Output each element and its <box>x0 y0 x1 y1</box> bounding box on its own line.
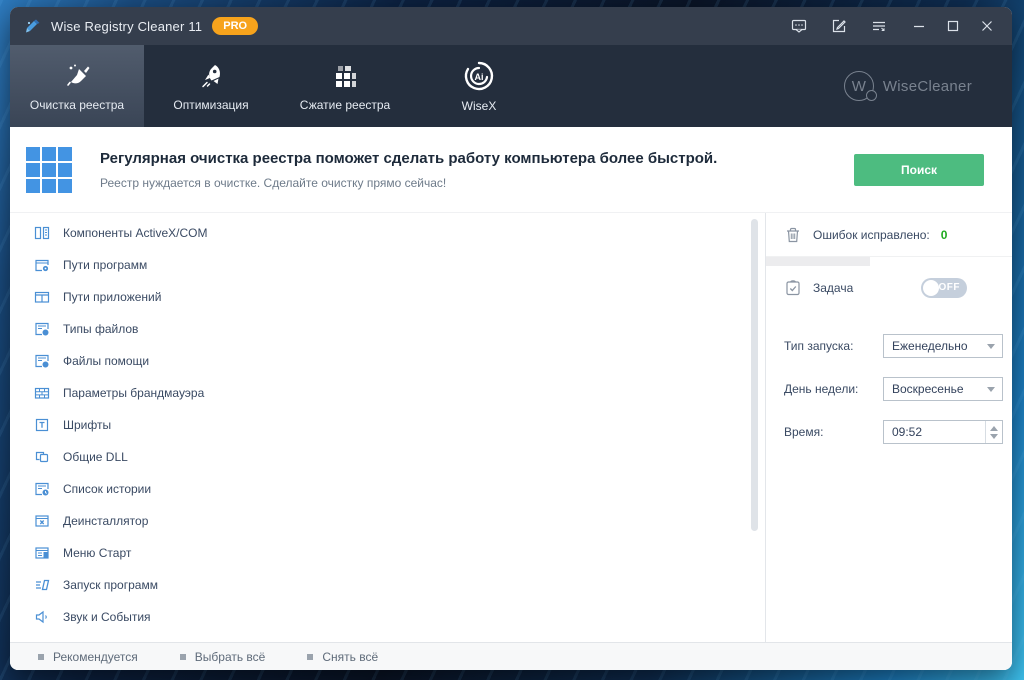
window-title: Wise Registry Cleaner 11 <box>51 18 203 34</box>
spin-down-icon[interactable] <box>990 433 998 439</box>
category-list: Компоненты ActiveX/COM Пути программ Пут… <box>10 213 765 642</box>
run-type-select[interactable]: Еженедельно <box>883 334 1003 358</box>
app-window: Wise Registry Cleaner 11 PRO Очистка рее… <box>10 7 1012 670</box>
file-types-icon: ! <box>35 322 49 337</box>
panel-divider-strip <box>766 257 870 266</box>
app-logo-icon <box>26 19 40 33</box>
rocket-icon <box>202 64 220 87</box>
task-toggle[interactable]: OFF <box>921 278 967 298</box>
errors-fixed-label: Ошибок исправлено: <box>813 227 930 242</box>
weekday-select[interactable]: Воскресенье <box>883 377 1003 401</box>
status-banner: Регулярная очистка реестра поможет сдела… <box>10 127 1012 213</box>
toggle-state-label: OFF <box>938 282 960 293</box>
time-label: Время: <box>784 425 824 439</box>
square-bullet-icon <box>307 653 314 660</box>
compress-grid-icon <box>336 65 356 87</box>
wisecleaner-logo-icon: W <box>843 71 877 101</box>
search-button[interactable]: Поиск <box>854 153 984 186</box>
svg-text:!: ! <box>45 331 47 337</box>
category-sound-events[interactable]: Звук и События <box>10 601 765 633</box>
close-button[interactable] <box>970 11 1004 41</box>
history-list-icon <box>35 482 49 496</box>
menu-icon[interactable] <box>862 11 896 41</box>
app-paths-icon <box>34 291 50 303</box>
tab-registry-compress[interactable]: Сжатие реестра <box>278 45 412 127</box>
time-spinner[interactable]: 09:52 <box>883 420 1003 444</box>
fonts-icon <box>35 418 49 432</box>
square-bullet-icon <box>179 653 186 660</box>
category-startup-programs[interactable]: Запуск программ <box>10 569 765 601</box>
chevron-down-icon <box>987 387 995 392</box>
broom-icon <box>67 64 90 86</box>
select-recommended-button[interactable]: Рекомендуется <box>38 650 138 664</box>
deselect-all-button[interactable]: Снять всё <box>307 650 378 664</box>
pro-badge: PRO <box>212 17 259 35</box>
square-bullet-icon <box>38 653 44 660</box>
category-help-files[interactable]: ? Файлы помощи <box>10 345 765 377</box>
tab-label: Оптимизация <box>173 97 249 112</box>
tab-label: WiseX <box>461 98 497 113</box>
program-paths-icon <box>35 259 49 272</box>
weekday-label: День недели: <box>784 382 859 396</box>
firewall-icon <box>34 387 50 399</box>
activex-components-icon <box>34 226 50 240</box>
tab-optimization[interactable]: Оптимизация <box>144 45 278 127</box>
category-program-paths[interactable]: Пути программ <box>10 249 765 281</box>
selection-footer: Рекомендуется Выбрать всё Снять всё <box>10 642 1012 670</box>
run-type-label: Тип запуска: <box>784 339 854 353</box>
category-file-types[interactable]: ! Типы файлов <box>10 313 765 345</box>
tab-registry-cleaner[interactable]: Очистка реестра <box>10 45 144 127</box>
spin-up-icon[interactable] <box>990 425 998 431</box>
banner-title: Регулярная очистка реестра поможет сдела… <box>100 149 718 167</box>
trash-icon <box>787 227 799 242</box>
tab-wisex[interactable]: Ai WiseX <box>412 45 546 127</box>
select-all-button[interactable]: Выбрать всё <box>179 650 265 664</box>
maximize-button[interactable] <box>936 11 970 41</box>
sound-events-icon <box>35 610 47 624</box>
task-clipboard-icon <box>786 280 800 296</box>
svg-text:Ai: Ai <box>475 72 484 82</box>
main-nav: Очистка реестра Оптимизация Сжатие реест… <box>10 45 1012 127</box>
wisecleaner-brand: W WiseCleaner <box>843 45 972 127</box>
category-uninstaller[interactable]: Деинсталлятор <box>10 505 765 537</box>
minimize-button[interactable] <box>902 11 936 41</box>
chevron-down-icon <box>987 344 995 349</box>
category-activex-com[interactable]: Компоненты ActiveX/COM <box>10 217 765 249</box>
blue-grid-icon <box>26 146 72 193</box>
banner-subtitle: Реестр нуждается в очистке. Сделайте очи… <box>100 175 447 190</box>
task-row: Задача OFF <box>766 266 1012 298</box>
help-files-icon: ? <box>35 354 49 369</box>
category-app-paths[interactable]: Пути приложений <box>10 281 765 313</box>
startup-programs-icon <box>36 579 50 591</box>
task-label: Задача <box>813 281 854 295</box>
errors-fixed-count: 0 <box>940 227 948 242</box>
toggle-knob <box>923 280 939 296</box>
category-firewall-settings[interactable]: Параметры брандмауэра <box>10 377 765 409</box>
errors-fixed-row: Ошибок исправлено: 0 <box>766 213 1012 257</box>
list-scrollbar[interactable] <box>751 219 758 531</box>
register-edit-icon[interactable] <box>822 11 856 41</box>
shared-dll-icon <box>35 451 49 463</box>
category-shared-dll[interactable]: Общие DLL <box>10 441 765 473</box>
tab-label: Сжатие реестра <box>299 97 391 112</box>
uninstaller-icon <box>35 515 49 527</box>
tab-label: Очистка реестра <box>29 97 125 112</box>
task-panel: Ошибок исправлено: 0 Задача OFF Тип запу… <box>765 213 1012 642</box>
wisex-ai-icon: Ai <box>464 61 494 90</box>
category-start-menu[interactable]: Меню Старт <box>10 537 765 569</box>
feedback-icon[interactable] <box>782 11 816 41</box>
category-history-list[interactable]: Список истории <box>10 473 765 505</box>
spinner-arrows[interactable] <box>985 421 1002 443</box>
start-menu-icon <box>35 547 49 559</box>
titlebar: Wise Registry Cleaner 11 PRO <box>10 7 1012 45</box>
category-fonts[interactable]: Шрифты <box>10 409 765 441</box>
